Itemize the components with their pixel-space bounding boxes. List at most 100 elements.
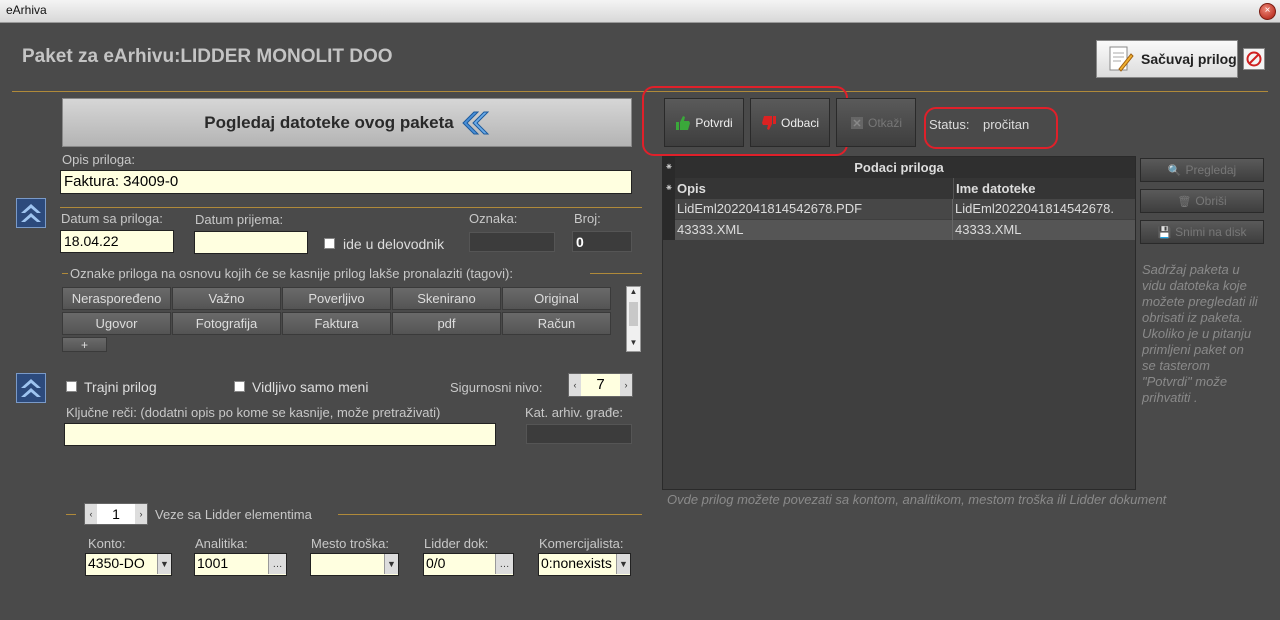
date-input[interactable]: 18.04.22 bbox=[60, 230, 174, 253]
tags-divider-left bbox=[62, 273, 68, 274]
konto-value: 4350-DO bbox=[88, 555, 145, 571]
tags-legend: Oznake priloga na osnovu kojih će se kas… bbox=[70, 266, 513, 281]
tag-button[interactable]: Račun bbox=[502, 312, 611, 335]
scroll-thumb[interactable] bbox=[629, 302, 638, 326]
double-chevron-left-icon bbox=[461, 111, 489, 134]
only-me-checkbox[interactable] bbox=[234, 381, 245, 392]
row-indicator-column bbox=[663, 199, 675, 240]
browse-icon[interactable]: … bbox=[495, 554, 513, 574]
decrement-icon[interactable]: ‹ bbox=[569, 374, 581, 396]
edit-document-icon bbox=[1109, 46, 1134, 72]
increment-icon[interactable]: › bbox=[135, 504, 147, 524]
attachments-grid[interactable]: Podaci priloga ⁕ ⁕ Opis Ime datoteke LidE… bbox=[662, 156, 1136, 490]
help-text: Sadržaj paketa u vidu datoteka koje može… bbox=[1142, 262, 1258, 405]
tags-divider-right bbox=[590, 273, 642, 274]
column-header-description[interactable]: Opis bbox=[675, 178, 953, 199]
tag-button[interactable]: Neraspoređeno bbox=[62, 287, 171, 310]
tag-button[interactable]: Poverljivo bbox=[282, 287, 391, 310]
salesperson-select[interactable]: 0:nonexists ▼ bbox=[538, 553, 631, 576]
browse-icon[interactable]: … bbox=[268, 554, 286, 574]
scroll-down-icon[interactable]: ▼ bbox=[627, 338, 640, 351]
row-filename: 43333.XML bbox=[955, 222, 1022, 237]
chevron-down-icon[interactable]: ▼ bbox=[384, 554, 398, 574]
konto-select[interactable]: 4350-DO ▼ bbox=[85, 553, 172, 576]
security-level-value[interactable]: 7 bbox=[581, 374, 620, 396]
tags-scrollbar[interactable]: ▲ ▼ bbox=[626, 286, 641, 352]
salesperson-label: Komercijalista: bbox=[539, 536, 624, 551]
column-header-filename[interactable]: Ime datoteke bbox=[953, 178, 1135, 199]
add-tag-button[interactable]: + bbox=[62, 337, 107, 352]
collapse-details-button[interactable] bbox=[16, 198, 46, 228]
collapse-options-button[interactable] bbox=[16, 373, 46, 403]
chevron-down-icon[interactable]: ▼ bbox=[157, 554, 171, 574]
links-divider-right bbox=[338, 514, 642, 515]
close-icon bbox=[850, 116, 863, 129]
description-label: Opis priloga: bbox=[62, 152, 135, 167]
double-chevron-up-icon bbox=[21, 204, 41, 222]
cost-center-label: Mesto troška: bbox=[311, 536, 390, 551]
permanent-checkbox[interactable] bbox=[66, 381, 77, 392]
link-hint-text: Ovde prilog možete povezati sa kontom, a… bbox=[667, 492, 1167, 507]
lidder-doc-label: Lidder dok: bbox=[424, 536, 489, 551]
tag-button[interactable]: Skenirano bbox=[392, 287, 501, 310]
table-row[interactable]: 43333.XML 43333.XML bbox=[663, 220, 1135, 240]
trash-icon: 🗑 bbox=[1177, 195, 1192, 208]
column-separator bbox=[952, 199, 953, 240]
category-label: Kat. arhiv. građe: bbox=[525, 405, 624, 420]
mark-field[interactable] bbox=[469, 232, 555, 252]
highlight-ring-actions bbox=[642, 86, 848, 156]
save-attachment-button[interactable]: Sačuvaj prilog bbox=[1096, 40, 1238, 78]
lidder-doc-value: 0/0 bbox=[426, 555, 446, 571]
page-title: Paket za eArhivu:LIDDER MONOLIT DOO bbox=[22, 46, 393, 67]
preview-label: Pregledaj bbox=[1185, 163, 1237, 177]
tag-button[interactable]: Važno bbox=[172, 287, 281, 310]
tag-button[interactable]: Ugovor bbox=[62, 312, 171, 335]
link-index-stepper[interactable]: ‹ 1 › bbox=[84, 503, 148, 525]
decrement-icon[interactable]: ‹ bbox=[85, 504, 97, 524]
mark-label: Oznaka: bbox=[469, 211, 518, 226]
tag-button[interactable]: pdf bbox=[392, 312, 501, 335]
links-divider-left bbox=[66, 514, 76, 515]
category-field[interactable] bbox=[526, 424, 632, 444]
magnifier-icon: 🔍 bbox=[1167, 164, 1182, 177]
analytics-value: 1001 bbox=[197, 555, 229, 571]
analytics-field[interactable]: 1001 … bbox=[194, 553, 287, 576]
permanent-label: Trajni prilog bbox=[84, 379, 157, 395]
lidder-doc-field[interactable]: 0/0 … bbox=[423, 553, 514, 576]
received-date-input[interactable] bbox=[194, 231, 308, 254]
details-divider bbox=[60, 207, 642, 208]
table-row[interactable]: LidEml2022041814542678.PDF LidEml2022041… bbox=[663, 199, 1135, 219]
tag-button[interactable]: Fotografija bbox=[172, 312, 281, 335]
preview-button[interactable]: 🔍 Pregledaj bbox=[1140, 158, 1264, 182]
security-level-label: Sigurnosni nivo: bbox=[450, 380, 543, 395]
row-description: LidEml2022041814542678.PDF bbox=[677, 201, 863, 216]
chevron-down-icon[interactable]: ▼ bbox=[616, 554, 630, 574]
description-input[interactable]: Faktura: 34009-0 bbox=[60, 170, 632, 194]
header-divider bbox=[12, 91, 1268, 92]
scroll-up-icon[interactable]: ▲ bbox=[627, 287, 640, 300]
links-label: Veze sa Lidder elementima bbox=[155, 507, 312, 522]
delete-button[interactable]: 🗑 Obriši bbox=[1140, 189, 1264, 213]
no-entry-icon bbox=[1246, 51, 1262, 67]
increment-icon[interactable]: › bbox=[620, 374, 632, 396]
ledger-checkbox[interactable] bbox=[324, 238, 335, 249]
cost-center-select[interactable]: ▼ bbox=[310, 553, 399, 576]
tag-button[interactable]: Faktura bbox=[282, 312, 391, 335]
analytics-label: Analitika: bbox=[195, 536, 248, 551]
cancel-action-button[interactable]: Otkaži bbox=[836, 98, 916, 147]
ledger-label: ide u delovodnik bbox=[343, 236, 445, 252]
row-description: 43333.XML bbox=[677, 222, 744, 237]
keywords-input[interactable] bbox=[64, 423, 496, 446]
number-label: Broj: bbox=[574, 211, 601, 226]
delete-label: Obriši bbox=[1195, 194, 1227, 208]
view-package-files-button[interactable]: Pogledaj datoteke ovog paketa bbox=[62, 98, 632, 147]
number-field[interactable]: 0 bbox=[572, 231, 632, 252]
view-package-files-label: Pogledaj datoteke ovog paketa bbox=[204, 112, 454, 132]
tag-button[interactable]: Original bbox=[502, 287, 611, 310]
cancel-button[interactable] bbox=[1243, 48, 1265, 70]
close-window-button[interactable]: × bbox=[1259, 3, 1276, 20]
save-to-disk-button[interactable]: 💾 Snimi na disk bbox=[1140, 220, 1264, 244]
status-label: Status: bbox=[929, 117, 970, 132]
security-level-stepper[interactable]: ‹ 7 › bbox=[568, 373, 633, 397]
link-index-value[interactable]: 1 bbox=[97, 504, 135, 524]
